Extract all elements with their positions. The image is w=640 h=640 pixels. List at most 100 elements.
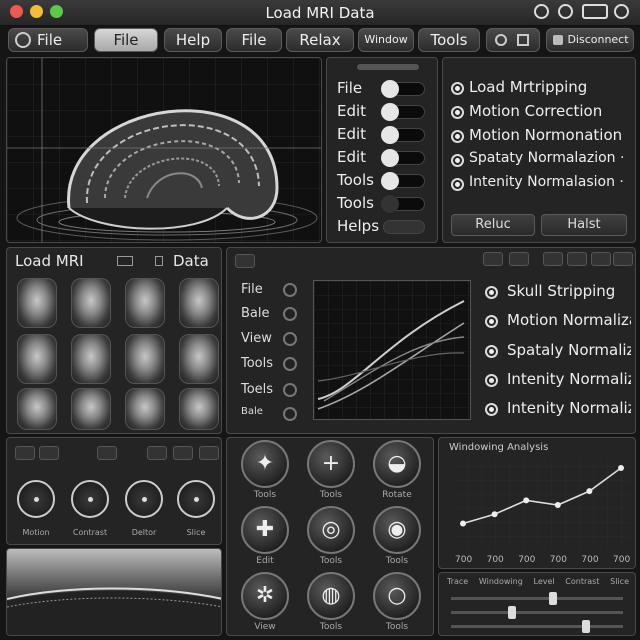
graph-tool-button[interactable] (235, 254, 255, 268)
slider-handle-3[interactable] (582, 620, 591, 633)
setting-edit-toggle[interactable] (381, 103, 425, 121)
toolbar-icon-button[interactable]: File (8, 28, 88, 52)
pipeline-option-2[interactable]: Motion Correction (469, 102, 602, 120)
settings-icon[interactable] (613, 252, 633, 266)
rotate-action-button[interactable]: ◒ (373, 440, 421, 488)
pipeline-option-5[interactable]: Intenity Normalasion · (469, 174, 624, 190)
mri-thumbnail[interactable] (17, 334, 57, 384)
setting-file-toggle[interactable] (381, 80, 425, 98)
mri-thumbnail[interactable] (71, 388, 111, 430)
setting-tools-toggle[interactable] (381, 172, 425, 190)
dial-tool-button[interactable] (97, 446, 117, 460)
view-icon[interactable] (117, 256, 133, 266)
slider-track-1[interactable] (451, 592, 623, 605)
pipeline-radio-5[interactable] (451, 178, 464, 191)
menu-view[interactable]: View (241, 331, 272, 346)
mri-thumbnail[interactable] (71, 334, 111, 384)
mri-thumbnail[interactable] (125, 334, 165, 384)
dial-tool-button[interactable] (15, 446, 35, 460)
menu-tools-radio[interactable] (283, 357, 297, 371)
dial-tool-button[interactable] (173, 446, 193, 460)
power-icon[interactable] (614, 4, 629, 19)
motion-dial[interactable] (17, 480, 55, 518)
refresh-icon[interactable] (558, 4, 573, 19)
mri-viewer[interactable] (6, 57, 322, 243)
edit-action-button[interactable]: ✚ (241, 506, 289, 554)
mri-thumbnail[interactable] (179, 388, 219, 430)
toolbar-help-button[interactable]: Help (164, 28, 222, 52)
slider-handle-1[interactable] (549, 592, 558, 605)
slider-track-2[interactable] (451, 606, 623, 619)
windowing-chart[interactable]: 700 700 700 700 700 700 (439, 438, 637, 570)
step-radio-4[interactable] (485, 374, 498, 387)
settings-icon[interactable] (582, 4, 608, 19)
step-motion-normalization[interactable]: Motion Normalization (507, 311, 631, 329)
pipeline-radio-4[interactable] (451, 154, 464, 167)
step-radio-5[interactable] (485, 403, 498, 416)
mri-thumbnail[interactable] (179, 278, 219, 328)
setting-edit-toggle-2[interactable] (381, 126, 425, 144)
signal-plot[interactable] (313, 280, 471, 420)
graph-tool-button[interactable] (483, 252, 503, 266)
pipeline-radio-2[interactable] (451, 106, 464, 119)
menu-view-radio[interactable] (283, 332, 297, 346)
menu-bale-radio[interactable] (283, 307, 297, 321)
dial-tool-button[interactable] (39, 446, 59, 460)
pipeline-option-4[interactable]: Spataty Normalazion · (469, 150, 624, 166)
tools-action-button[interactable]: ✦ (241, 440, 289, 488)
toolbar-disconnect-button[interactable]: Disconnect (546, 28, 634, 52)
view-action-button[interactable]: ✲ (241, 572, 289, 620)
pipeline-radio-1[interactable] (451, 82, 464, 95)
target-icon[interactable] (534, 4, 549, 19)
dial-tool-button[interactable] (199, 446, 219, 460)
step-radio-3[interactable] (485, 345, 498, 358)
mri-thumbnail[interactable] (17, 388, 57, 430)
graph-tool-button[interactable] (509, 252, 529, 266)
setting-helps-toggle[interactable] (383, 220, 425, 234)
graph-tool-button[interactable] (591, 252, 611, 266)
step-intensity-normalization[interactable]: Intenity Normalization (507, 370, 631, 388)
pipeline-radio-3[interactable] (451, 130, 464, 143)
toolbar-file-button[interactable]: File (94, 28, 158, 52)
toolbar-file-button-2[interactable]: File (226, 28, 282, 52)
toolbar-relax-button[interactable]: Relax (286, 28, 354, 52)
contrast-dial[interactable] (71, 480, 109, 518)
menu-bale-2[interactable]: Bale (241, 406, 263, 417)
target-action-button[interactable]: ◉ (373, 506, 421, 554)
deltor-dial[interactable] (125, 480, 163, 518)
slice-icon[interactable] (155, 256, 163, 266)
axial-scan-preview[interactable] (6, 548, 222, 636)
menu-toels[interactable]: Toels (241, 382, 273, 397)
mri-thumbnail[interactable] (125, 388, 165, 430)
toolbar-record-button[interactable] (486, 28, 540, 52)
mri-thumbnail[interactable] (125, 278, 165, 328)
menu-bale-2-radio[interactable] (283, 407, 297, 421)
menu-file[interactable]: File (241, 282, 263, 297)
slider-track-3[interactable] (451, 620, 623, 633)
dial-tool-button[interactable] (147, 446, 167, 460)
add-action-button[interactable]: + (307, 440, 355, 488)
step-skull-stripping[interactable]: Skull Stripping (507, 282, 615, 300)
step-radio-2[interactable] (485, 315, 498, 328)
scope-action-button[interactable]: ◍ (307, 572, 355, 620)
menu-toels-radio[interactable] (283, 383, 297, 397)
pipeline-option-1[interactable]: Load Mrtripping (469, 78, 587, 96)
setting-edit-toggle-3[interactable] (381, 149, 425, 167)
toolbar-window-button[interactable]: Window (358, 28, 414, 52)
mri-thumbnail[interactable] (179, 334, 219, 384)
mri-thumbnail[interactable] (71, 278, 111, 328)
check-icon[interactable] (567, 252, 587, 266)
pipeline-option-3[interactable]: Motion Normonation (469, 126, 622, 144)
graph-tool-button[interactable] (543, 252, 563, 266)
step-spataly-normalization[interactable]: Spataly Normalization (507, 341, 631, 359)
step-radio-1[interactable] (485, 286, 498, 299)
toolbar-tools-button[interactable]: Tools (418, 28, 480, 52)
slice-dial[interactable] (177, 480, 215, 518)
spiral-action-button[interactable]: ◎ (307, 506, 355, 554)
menu-file-radio[interactable] (283, 283, 297, 297)
step-intensity-normalization-2[interactable]: Intenity Normalization (507, 399, 631, 417)
setting-tools-toggle-2[interactable] (381, 195, 425, 213)
pipeline-reluc-button[interactable]: Reluc (451, 214, 535, 236)
menu-bale[interactable]: Bale (241, 306, 270, 321)
menu-tools[interactable]: Tools (241, 356, 273, 371)
